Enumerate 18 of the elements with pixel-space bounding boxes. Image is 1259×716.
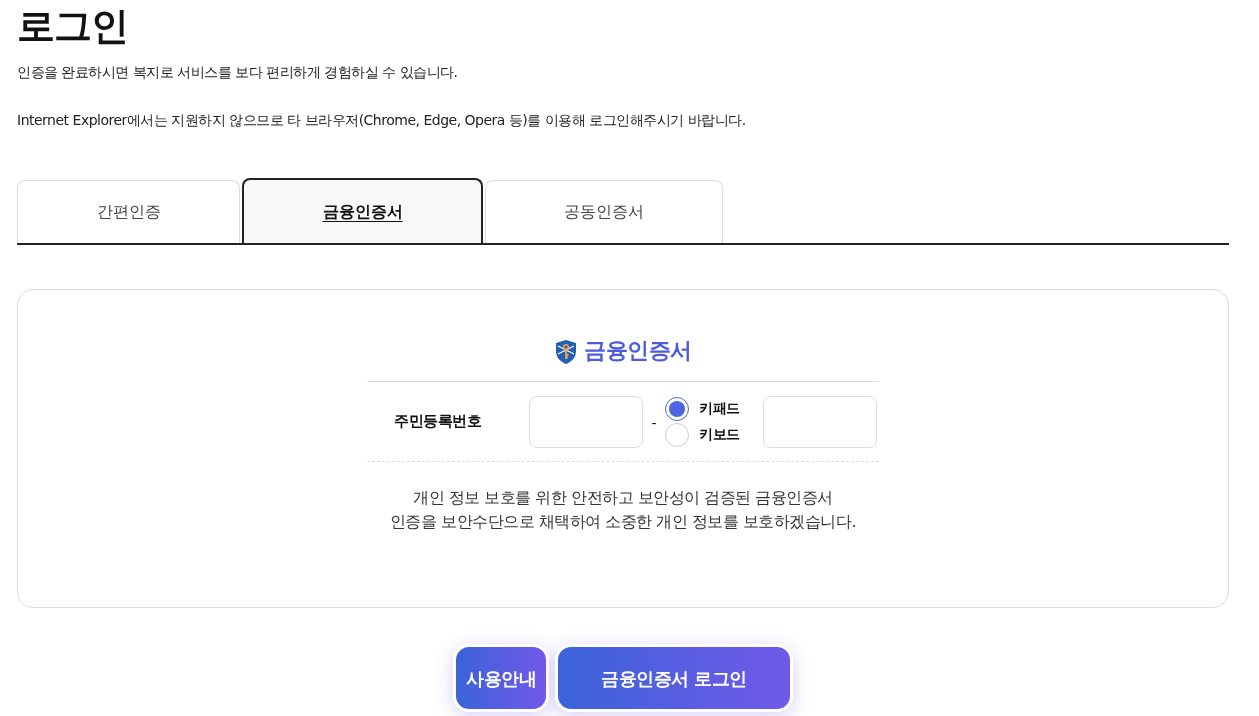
guide-button[interactable]: 사용안내 xyxy=(453,644,549,712)
radio-label: 키패드 xyxy=(699,399,740,418)
field-label: 주민등록번호 xyxy=(393,411,483,433)
notice-text: Internet Explorer에서는 지원하지 않으므로 타 브라우저(Chrome, Edge, Opera 등)를 이용해 로그인해주시기 바랍니다. xyxy=(17,111,747,130)
tab[interactable]: 공동인증서 xyxy=(485,180,723,243)
shield-key-icon xyxy=(554,339,579,365)
radio-label: 키보드 xyxy=(699,425,740,444)
login-button[interactable]: 금융인증서 로그인 xyxy=(555,644,793,712)
panel-title: 금융인증서 xyxy=(584,337,692,365)
radio-button[interactable] xyxy=(665,396,689,421)
tab[interactable]: 간편인증 xyxy=(17,180,240,243)
separator-text: - xyxy=(650,414,658,433)
notice-text: 인증을 완료하시면 복지로 서비스를 보다 편리하게 경험하실 수 있습니다. xyxy=(17,63,459,82)
page-title: 로그인 xyxy=(17,3,129,50)
description-text: 개인 정보 보호를 위한 안전하고 보안성이 검증된 금융인증서 인증을 보안수단으로 채택하여 소중한 개인 정보를 보호하겠습니다. xyxy=(388,487,858,533)
input-field[interactable] xyxy=(763,395,877,448)
tab[interactable]: 금융인증서 xyxy=(242,178,483,243)
input-field[interactable] xyxy=(529,395,643,448)
